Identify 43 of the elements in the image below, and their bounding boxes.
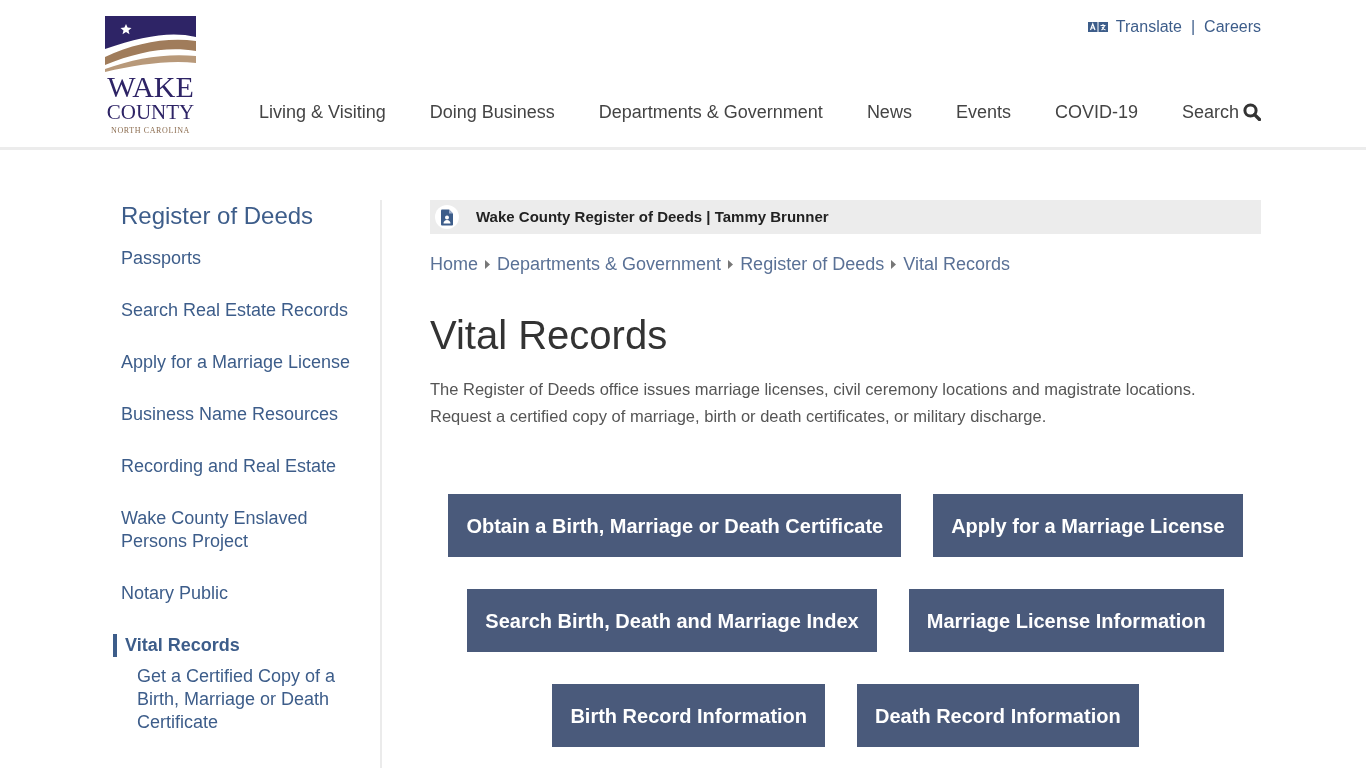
nav-link[interactable]: COVID-19 (1054, 100, 1138, 124)
nav-link[interactable]: Living & Visiting (258, 100, 386, 124)
nav-link[interactable]: News (866, 100, 912, 124)
sidebar-sublink[interactable]: Get a Certified Copy of a Birth, Marriage or Death Certificate (137, 665, 366, 734)
caret-right-icon (728, 259, 734, 269)
nav-link[interactable]: Departments & Government (598, 100, 823, 124)
link-separator: | (1190, 17, 1196, 37)
sidebar-link[interactable]: Passports (113, 247, 366, 270)
breadcrumb-link[interactable]: Home (430, 252, 478, 276)
quick-link-button[interactable]: Search Birth, Death and Marriage Index (467, 589, 877, 652)
quick-link-button[interactable]: Birth Record Information (552, 684, 826, 747)
logo-title: WAKE (107, 73, 194, 101)
document-person-icon (435, 205, 459, 229)
nav-link[interactable]: Events (955, 100, 1011, 124)
sidebar-link[interactable]: Recording and Real Estate (113, 455, 366, 478)
logo-tagline: NORTH CAROLINA (111, 126, 190, 136)
sidebar-link[interactable]: Vital Records (113, 634, 366, 657)
breadcrumb-link[interactable]: Register of Deeds (740, 252, 885, 276)
logo-subtitle: COUNTY (106, 103, 195, 121)
breadcrumb-current: Vital Records (903, 253, 1010, 276)
sidebar-link[interactable]: Notary Public (113, 582, 366, 605)
caret-right-icon (485, 259, 490, 269)
nav-link[interactable]: Doing Business (429, 100, 555, 124)
quick-link-button[interactable]: Death Record Information (857, 684, 1139, 747)
quick-link-button[interactable]: Marriage License Information (908, 589, 1224, 652)
quick-link-button[interactable]: Obtain a Birth, Marriage or Death Certificate (448, 494, 902, 557)
logo-emblem-icon (105, 16, 196, 72)
translate-icon (1087, 22, 1108, 32)
caret-right-icon (891, 259, 897, 269)
intro-text: The Register of Deeds office issues marriage licenses, civil ceremony locations and magistrate locations. Request a certified copy of marriage, birth or death certificates, or military discharge. (430, 379, 1197, 427)
quick-link-button[interactable]: Apply for a Marriage License (933, 494, 1243, 557)
translate-link[interactable]: Translate (1087, 15, 1182, 39)
search-link[interactable]: Search (1181, 100, 1261, 124)
sidebar-link[interactable]: Apply for a Marriage License (113, 351, 366, 374)
sidebar-link[interactable]: Wake County Enslaved Persons Project (113, 507, 366, 553)
banner-text: Wake County Register of Deeds | Tammy Brunner (476, 206, 829, 227)
utility-link[interactable]: Careers (1204, 15, 1261, 39)
page-title: Vital Records (430, 312, 669, 358)
breadcrumb-link[interactable]: Departments & Government (497, 252, 722, 276)
sidebar-link[interactable]: Business Name Resources (113, 403, 366, 426)
search-icon (1243, 103, 1261, 121)
sidebar-title: Register of Deeds (121, 201, 315, 231)
sidebar-link[interactable]: Search Real Estate Records (113, 299, 366, 322)
